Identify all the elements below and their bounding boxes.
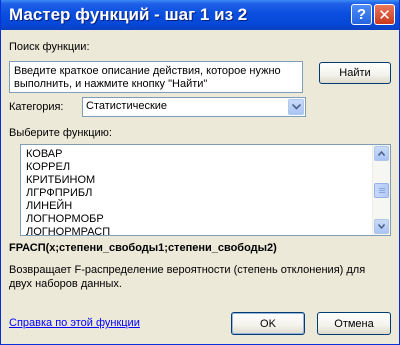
list-item[interactable]: КРИТБИНОМ [26, 174, 95, 187]
category-selected-value: Статистические [86, 100, 168, 112]
search-description-input[interactable]: Введите краткое описание действия, котор… [9, 61, 303, 93]
list-item[interactable]: ЛОГНОРМРАСП [26, 226, 110, 235]
search-description-text: Введите краткое описание действия, котор… [14, 65, 281, 90]
search-label: Поиск функции: [9, 41, 90, 53]
dialog-body: Поиск функции: Введите краткое описание … [1, 30, 399, 344]
function-help-link[interactable]: Справка по этой функции [9, 317, 140, 329]
scroll-up-icon[interactable] [374, 146, 389, 161]
category-label: Категория: [9, 101, 64, 113]
function-description: Возвращает F-распределение вероятности (… [9, 264, 366, 290]
help-button[interactable]: ? [351, 4, 372, 25]
find-button[interactable]: Найти [319, 62, 391, 84]
close-icon: ✕ [378, 6, 391, 24]
function-signature: FРАСП(x;степени_свободы1;степени_свободы… [9, 242, 277, 254]
function-wizard-dialog: Мастер функций - шаг 1 из 2 ? ✕ Поиск фу… [0, 0, 400, 345]
scroll-thumb[interactable] [374, 183, 389, 198]
function-list-label: Выберите функцию: [9, 127, 112, 139]
chevron-down-icon[interactable] [288, 99, 304, 115]
function-list[interactable]: КОВАР КОРРЕЛ КРИТБИНОМ ЛГРФПРИБЛ ЛИНЕЙН … [20, 144, 391, 236]
find-button-label: Найти [339, 67, 371, 79]
help-icon: ? [356, 6, 367, 23]
list-item[interactable]: КОРРЕЛ [26, 161, 70, 174]
list-item[interactable]: ЛИНЕЙН [26, 200, 72, 213]
title-bar[interactable]: Мастер функций - шаг 1 из 2 ? ✕ [1, 0, 399, 30]
scroll-down-icon[interactable] [374, 219, 389, 234]
cancel-button-label: Отмена [334, 317, 374, 330]
dialog-title: Мастер функций - шаг 1 из 2 [9, 5, 248, 24]
ok-button-label: OK [260, 317, 276, 330]
cancel-button[interactable]: Отмена [317, 312, 391, 335]
ok-button[interactable]: OK [231, 312, 305, 335]
category-select[interactable]: Статистические [82, 97, 306, 117]
list-item[interactable]: ЛГРФПРИБЛ [26, 187, 92, 200]
function-list-scrollbar[interactable] [372, 145, 390, 235]
list-item[interactable]: КОВАР [26, 148, 63, 161]
close-button[interactable]: ✕ [374, 4, 395, 25]
list-item[interactable]: ЛОГНОРМОБР [26, 213, 104, 226]
